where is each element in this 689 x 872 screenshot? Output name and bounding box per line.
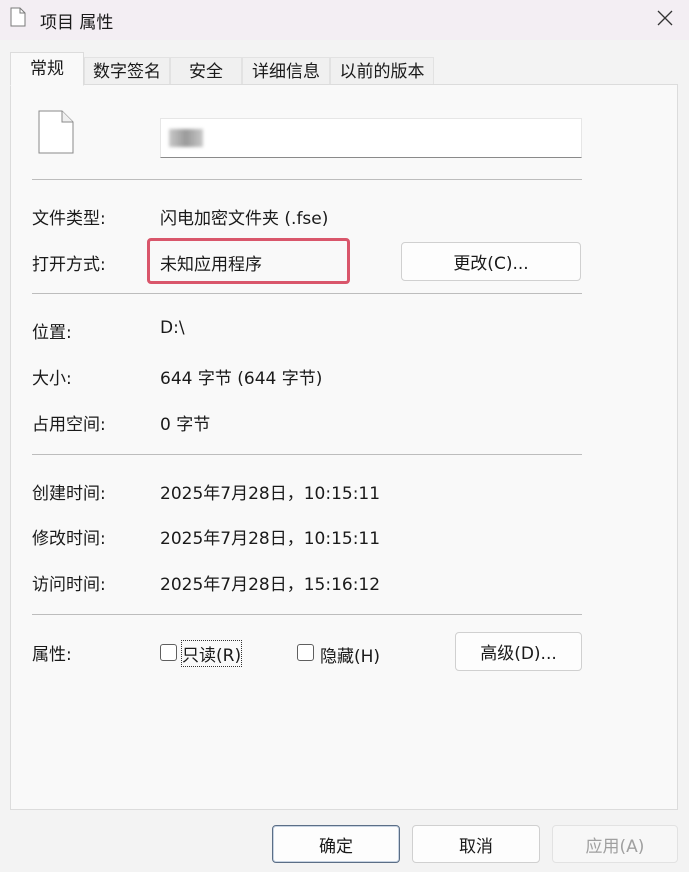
readonly-label[interactable]: 只读(R) — [180, 640, 243, 667]
location-value: D:\ — [160, 318, 185, 338]
open-with-label: 打开方式: — [32, 255, 106, 275]
advanced-button[interactable]: 高级(D)... — [455, 632, 582, 671]
accessed-value: 2025年7月28日，15:16:12 — [160, 575, 381, 595]
location-label: 位置: — [32, 323, 72, 343]
change-button[interactable]: 更改(C)... — [401, 242, 581, 281]
disk-size-value: 0 字节 — [160, 415, 211, 435]
redacted-file-name — [169, 129, 203, 147]
hidden-checkbox[interactable] — [297, 644, 314, 661]
created-label: 创建时间: — [32, 484, 106, 504]
tab-details[interactable]: 详细信息 — [242, 57, 330, 85]
divider — [32, 179, 582, 180]
file-name-input[interactable] — [160, 118, 582, 158]
tab-security[interactable]: 安全 — [170, 57, 242, 85]
divider — [32, 293, 582, 294]
disk-size-label: 占用空间: — [32, 415, 106, 435]
modified-value: 2025年7月28日，10:15:11 — [160, 529, 381, 549]
created-value: 2025年7月28日，10:15:11 — [160, 484, 381, 504]
apply-button[interactable]: 应用(A) — [552, 825, 678, 863]
file-icon — [38, 110, 74, 159]
readonly-checkbox[interactable] — [160, 644, 177, 661]
tab-digital-signatures[interactable]: 数字签名 — [84, 57, 170, 85]
hidden-label[interactable]: 隐藏(H) — [320, 642, 380, 667]
ok-button[interactable]: 确定 — [272, 825, 400, 863]
modified-label: 修改时间: — [32, 529, 106, 549]
general-panel — [10, 84, 678, 810]
cancel-button[interactable]: 取消 — [412, 825, 540, 863]
accessed-label: 访问时间: — [32, 575, 106, 595]
file-type-value: 闪电加密文件夹 (.fse) — [160, 209, 329, 229]
divider — [32, 454, 582, 455]
tab-previous-versions[interactable]: 以前的版本 — [330, 57, 434, 85]
open-with-value: 未知应用程序 — [160, 255, 262, 275]
document-icon — [10, 7, 26, 27]
attributes-label: 属性: — [32, 645, 72, 665]
divider — [32, 614, 582, 615]
window-title: 项目 属性 — [40, 13, 114, 33]
size-value: 644 字节 (644 字节) — [160, 369, 323, 389]
file-type-label: 文件类型: — [32, 209, 106, 229]
size-label: 大小: — [32, 369, 72, 389]
close-icon — [657, 10, 672, 26]
close-button[interactable] — [640, 0, 689, 36]
tab-general[interactable]: 常规 — [10, 52, 84, 86]
